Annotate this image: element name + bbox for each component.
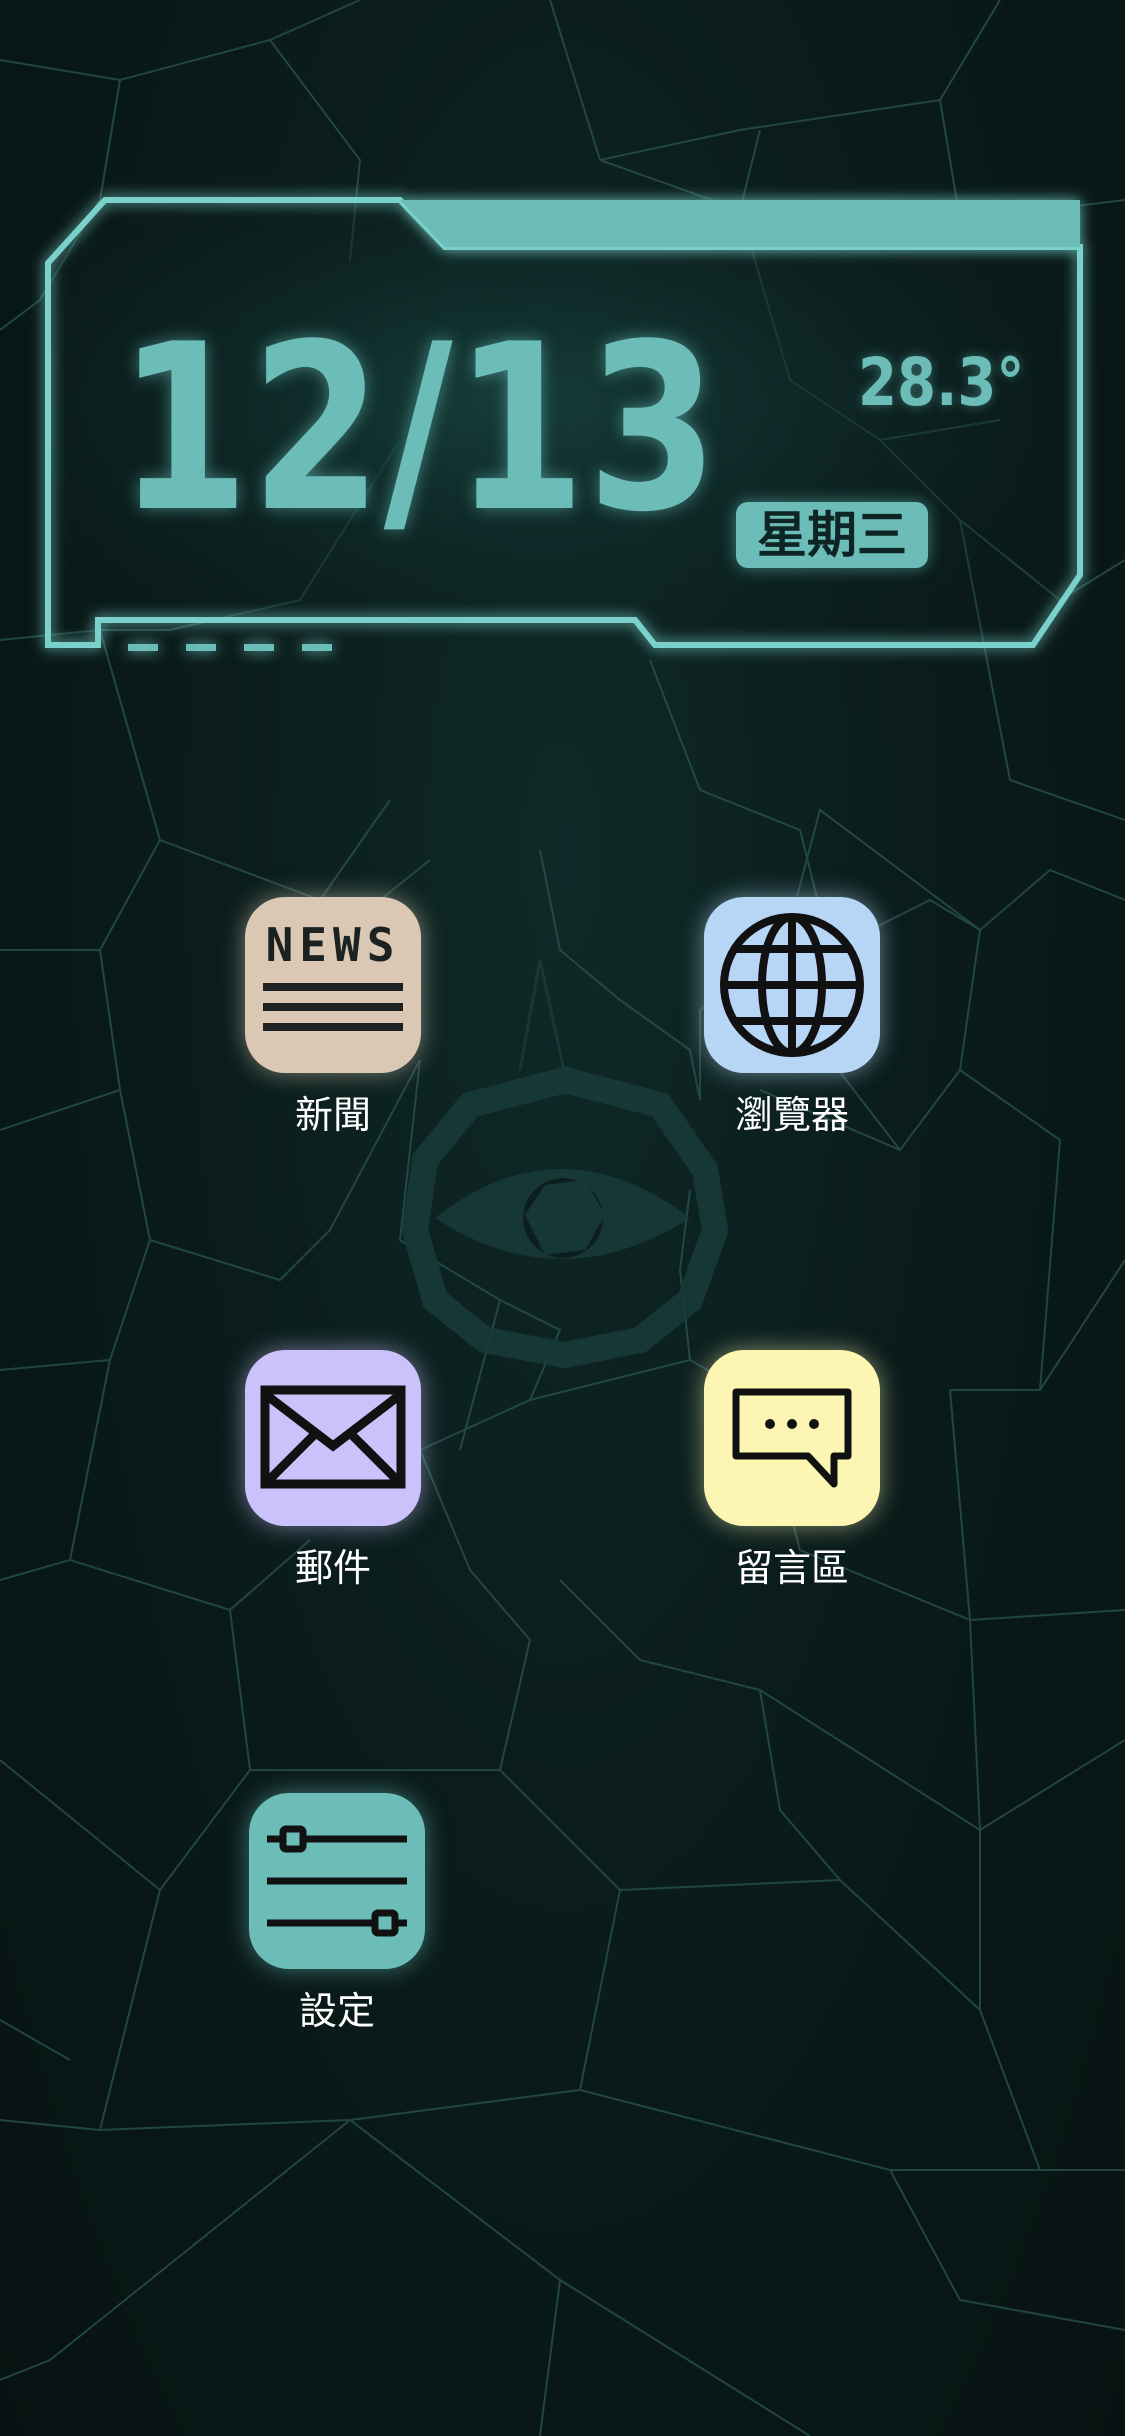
temperature-display: 28.3° <box>858 344 1025 421</box>
eye-emblem-icon <box>401 959 729 1369</box>
globe-icon[interactable] <box>704 897 880 1073</box>
app-mail[interactable]: 郵件 <box>213 1350 453 1592</box>
news-icon[interactable]: NEWS <box>245 897 421 1073</box>
app-settings[interactable]: 設定 <box>217 1793 457 2035</box>
weekday-badge: 星期三 <box>736 502 928 568</box>
weekday-label: 星期三 <box>757 506 907 564</box>
app-news-label: 新聞 <box>294 1093 371 1137</box>
app-comments-label: 留言區 <box>734 1546 849 1590</box>
sliders-icon[interactable] <box>249 1793 425 1969</box>
app-comments[interactable]: 留言區 <box>672 1350 912 1592</box>
app-browser-label: 瀏覽器 <box>734 1093 849 1137</box>
app-browser[interactable]: 瀏覽器 <box>672 897 912 1139</box>
date-display: 12/13 <box>118 296 720 563</box>
app-settings-label: 設定 <box>298 1989 375 2033</box>
app-mail-label: 郵件 <box>294 1546 371 1590</box>
envelope-icon[interactable] <box>245 1350 421 1526</box>
svg-text:NEWS: NEWS <box>266 918 401 972</box>
app-news[interactable]: NEWS 新聞 <box>213 897 453 1139</box>
chat-bubble-icon[interactable] <box>704 1350 880 1526</box>
